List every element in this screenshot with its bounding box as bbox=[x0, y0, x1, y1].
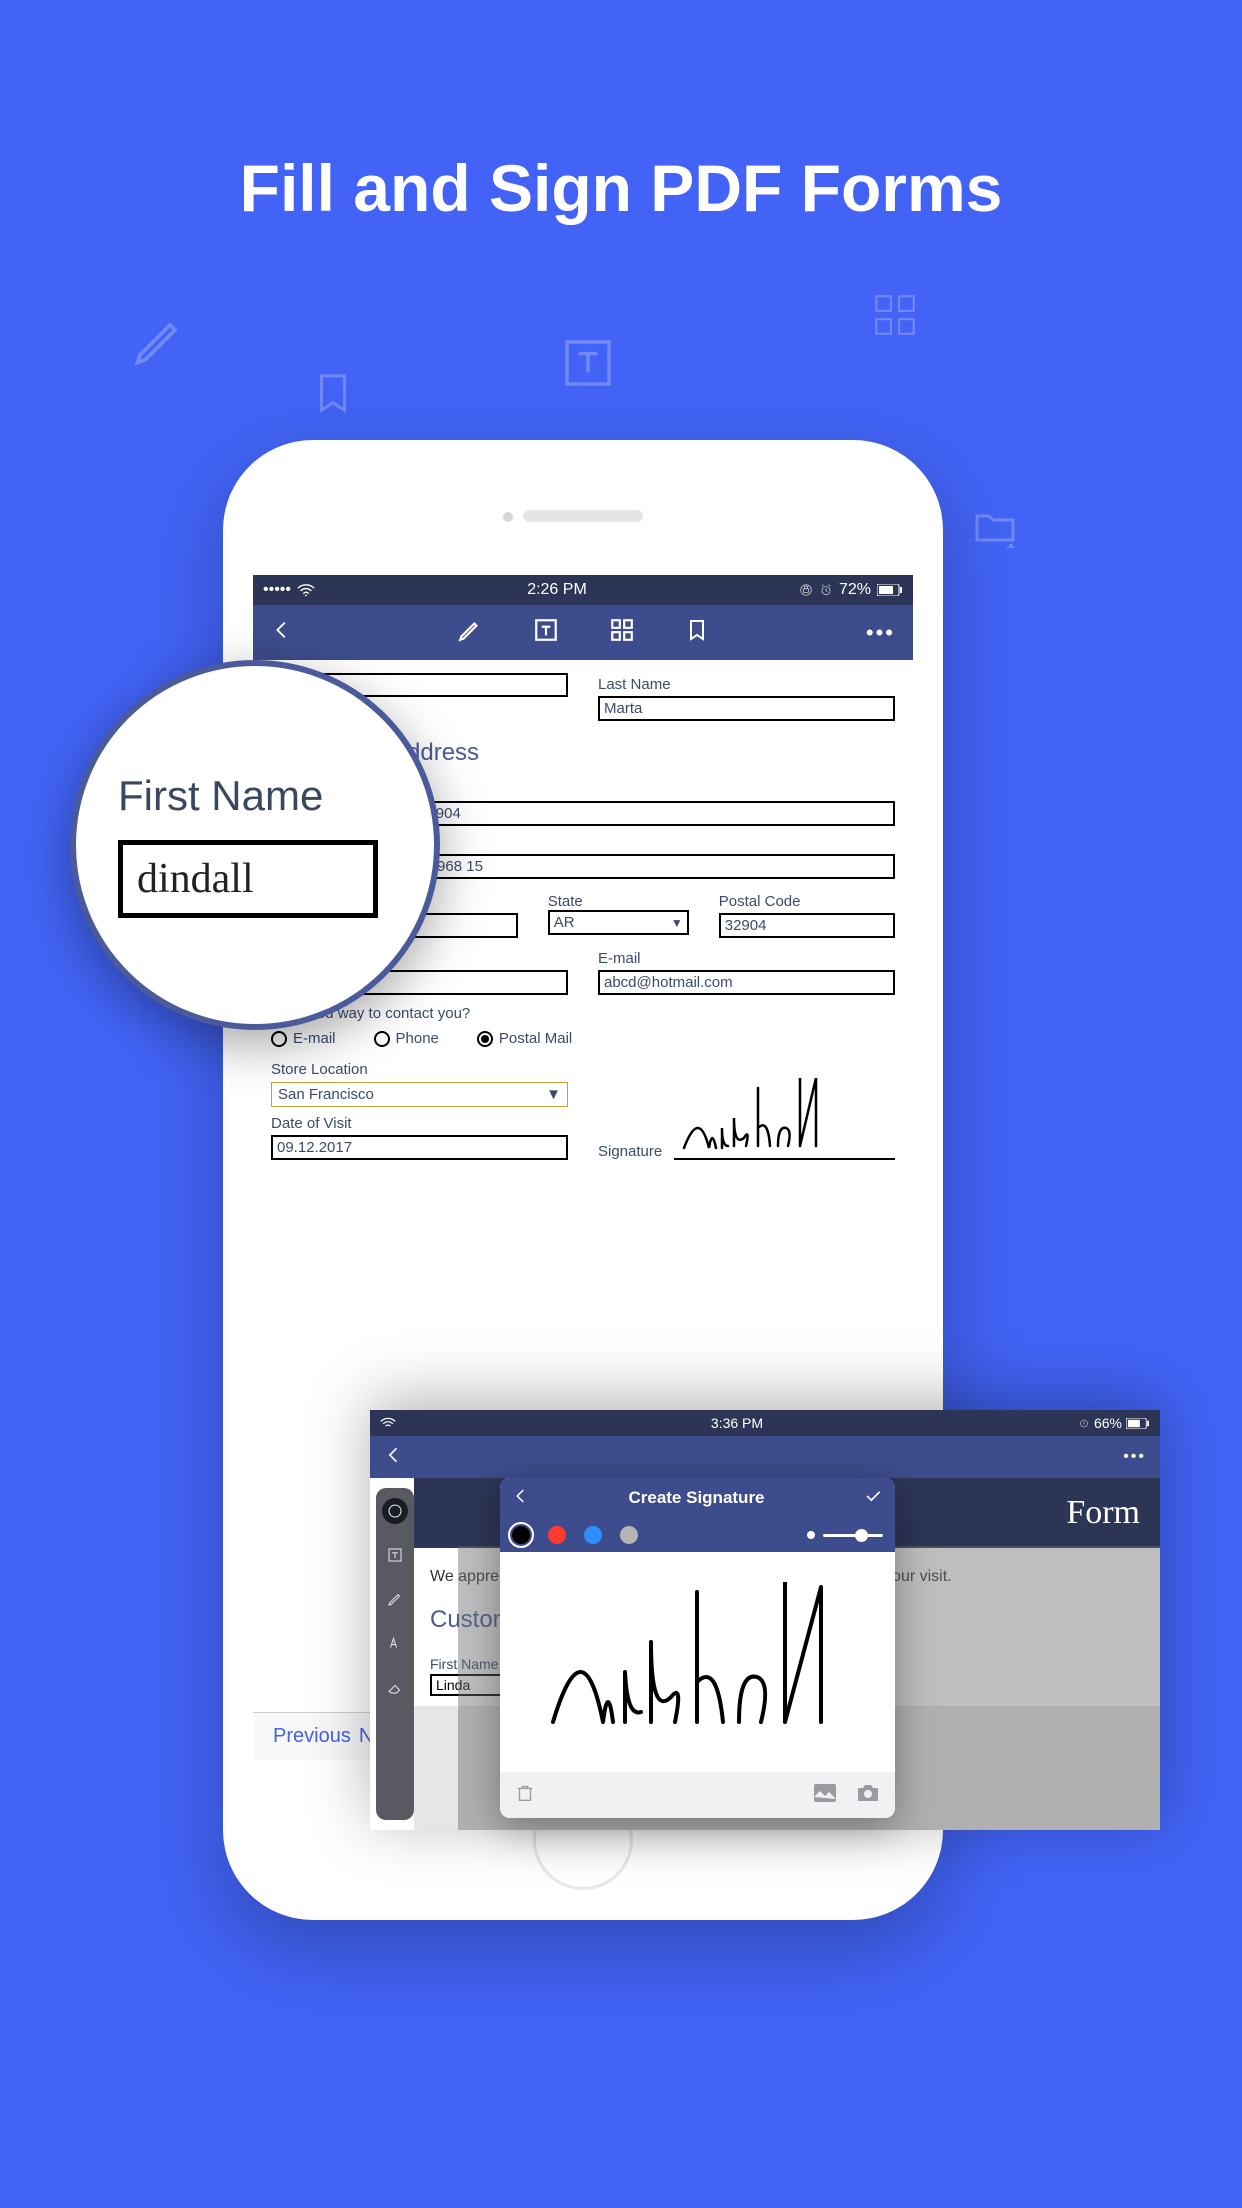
headline: Fill and Sign PDF Forms bbox=[0, 0, 1242, 226]
magnified-field[interactable]: dindall bbox=[118, 840, 378, 918]
color-picker-bar bbox=[500, 1518, 895, 1552]
alarm-icon bbox=[819, 583, 833, 597]
text-bg-icon bbox=[560, 335, 616, 391]
sig-panel-back-button[interactable] bbox=[512, 1487, 530, 1510]
state-select[interactable]: AR▼ bbox=[548, 910, 689, 935]
color-red[interactable] bbox=[548, 1526, 566, 1544]
store-select[interactable]: San Francisco▼ bbox=[271, 1082, 568, 1107]
grid-bg-icon bbox=[870, 290, 920, 340]
phone-speaker bbox=[523, 510, 643, 522]
bookmark-tool-icon[interactable] bbox=[685, 617, 709, 648]
delete-signature-button[interactable] bbox=[514, 1782, 536, 1809]
color-blue[interactable] bbox=[584, 1526, 602, 1544]
dov-field[interactable]: 09.12.2017 bbox=[271, 1135, 568, 1160]
signature-canvas[interactable] bbox=[500, 1552, 895, 1772]
contact-pref-label: Preferred way to contact you? bbox=[271, 1005, 895, 1022]
signal-dots: ••••• bbox=[263, 581, 291, 599]
bookmark-bg-icon bbox=[310, 370, 356, 416]
signature-glyph bbox=[674, 1078, 874, 1163]
signature-label: Signature bbox=[598, 1143, 662, 1160]
overlay-time: 3:36 PM bbox=[396, 1415, 1078, 1431]
wifi-icon bbox=[380, 1417, 396, 1429]
camera-icon[interactable] bbox=[855, 1783, 881, 1808]
battery-icon bbox=[877, 584, 903, 596]
tool-rail bbox=[376, 1488, 414, 1820]
dov-label: Date of Visit bbox=[271, 1115, 568, 1132]
overlay-battery-pct: 66% bbox=[1094, 1415, 1122, 1431]
battery-icon bbox=[1126, 1418, 1150, 1429]
rail-eraser-tool[interactable] bbox=[382, 1674, 408, 1700]
store-label: Store Location bbox=[271, 1061, 568, 1078]
edit-tool-icon[interactable] bbox=[457, 617, 483, 648]
app-toolbar: ••• bbox=[253, 605, 913, 660]
thickness-slider[interactable] bbox=[807, 1531, 883, 1539]
rail-text-tool[interactable] bbox=[382, 1542, 408, 1568]
kb-previous-button[interactable]: Previous bbox=[273, 1725, 351, 1748]
rail-highlight-tool[interactable] bbox=[382, 1630, 408, 1656]
signature-panel: Create Signature bbox=[500, 1478, 895, 1818]
alarm-icon bbox=[1078, 1417, 1090, 1429]
state-label: State bbox=[548, 893, 689, 910]
email-label: E-mail bbox=[598, 950, 895, 967]
back-button[interactable] bbox=[271, 619, 311, 646]
status-time: 2:26 PM bbox=[315, 581, 799, 599]
sig-panel-confirm-button[interactable] bbox=[863, 1486, 883, 1511]
gallery-icon[interactable] bbox=[813, 1783, 837, 1808]
rail-pen-tool[interactable] bbox=[382, 1586, 408, 1612]
more-button[interactable]: ••• bbox=[855, 620, 895, 646]
magnifier-lens: First Name dindall bbox=[70, 660, 440, 1030]
last-name-label: Last Name bbox=[598, 676, 895, 693]
radio-phone[interactable]: Phone bbox=[374, 1030, 439, 1047]
color-gray[interactable] bbox=[620, 1526, 638, 1544]
phone-camera-dot bbox=[503, 512, 513, 522]
sig-panel-title: Create Signature bbox=[530, 1488, 863, 1508]
postal-label: Postal Code bbox=[719, 893, 895, 910]
folder-bg-icon bbox=[970, 508, 1020, 548]
last-name-field[interactable]: Marta bbox=[598, 696, 895, 721]
overlay-more-button[interactable]: ••• bbox=[1123, 1448, 1146, 1466]
pencil-bg-icon bbox=[130, 310, 190, 370]
email-field[interactable]: abcd@hotmail.com bbox=[598, 970, 895, 995]
overlay-status-bar: 3:36 PM 66% bbox=[370, 1410, 1160, 1436]
status-bar: ••••• 2:26 PM 72% bbox=[253, 575, 913, 605]
overlay-device: 3:36 PM 66% ••• Form We appreciate e dur… bbox=[370, 1410, 1160, 1830]
rail-select-tool[interactable] bbox=[382, 1498, 408, 1524]
overlay-toolbar: ••• bbox=[370, 1436, 1160, 1478]
orientation-lock-icon bbox=[799, 583, 813, 597]
postal-field[interactable]: 32904 bbox=[719, 913, 895, 938]
battery-pct: 72% bbox=[839, 581, 871, 599]
radio-postal[interactable]: Postal Mail bbox=[477, 1030, 572, 1047]
drawn-signature-glyph bbox=[533, 1582, 863, 1742]
overlay-back-button[interactable] bbox=[384, 1445, 404, 1470]
signature-field[interactable] bbox=[674, 1080, 895, 1160]
thumbnail-grid-icon[interactable] bbox=[609, 617, 635, 648]
text-tool-icon[interactable] bbox=[533, 617, 559, 648]
wifi-icon bbox=[297, 583, 315, 597]
color-black[interactable] bbox=[512, 1526, 530, 1544]
magnified-label: First Name bbox=[118, 772, 434, 820]
radio-email[interactable]: E-mail bbox=[271, 1030, 336, 1047]
